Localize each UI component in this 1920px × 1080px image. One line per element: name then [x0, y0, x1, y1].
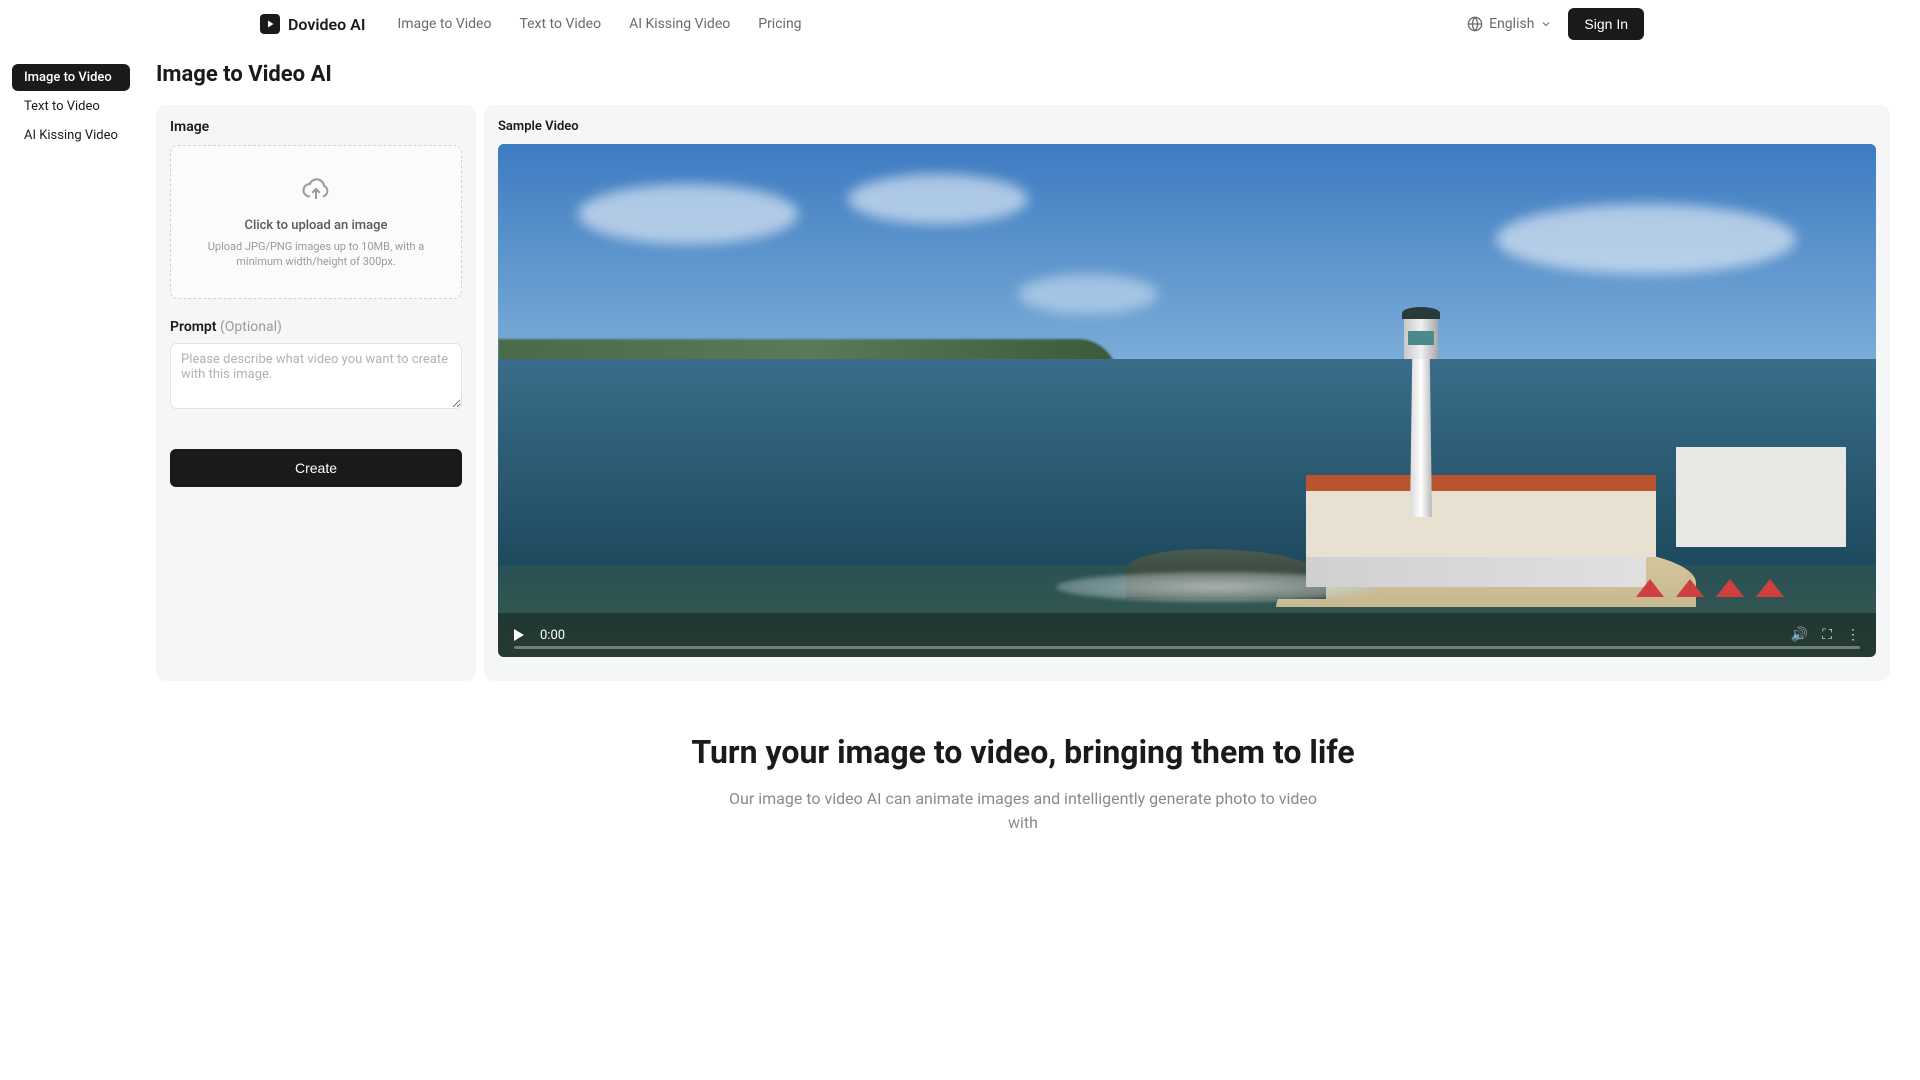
more-icon[interactable]: ⋮	[1846, 627, 1860, 643]
signin-button[interactable]: Sign In	[1568, 8, 1644, 40]
sample-video-label: Sample Video	[498, 119, 1876, 134]
language-selector[interactable]: English	[1467, 16, 1552, 32]
upload-subtitle: Upload JPG/PNG images up to 10MB, with a…	[187, 239, 445, 270]
brand-name: Dovideo AI	[288, 15, 365, 34]
hero-title: Turn your image to video, bringing them …	[196, 733, 1850, 771]
main-content: Image to Video AI Image Click to upload …	[0, 48, 1920, 855]
create-button[interactable]: Create	[170, 449, 462, 487]
prompt-label: Prompt	[170, 319, 217, 335]
sidebar: Image to Video Text to Video AI Kissing …	[12, 64, 130, 149]
input-panel: Image Click to upload an image Upload JP…	[156, 105, 476, 681]
sidebar-item-text-to-video[interactable]: Text to Video	[12, 93, 130, 120]
video-controls: 0:00 🔊 ⛶ ⋮	[498, 613, 1876, 657]
play-button[interactable]	[514, 629, 524, 641]
header: Dovideo AI Image to Video Text to Video …	[0, 0, 1920, 48]
video-progress[interactable]	[514, 646, 1860, 649]
prompt-label-row: Prompt (Optional)	[170, 319, 462, 335]
prompt-optional-tag: (Optional)	[220, 319, 282, 335]
upload-title: Click to upload an image	[187, 218, 445, 233]
language-label: English	[1489, 16, 1534, 32]
upload-cloud-icon	[301, 174, 331, 204]
hero-subtitle: Our image to video AI can animate images…	[723, 787, 1323, 835]
hero-section: Turn your image to video, bringing them …	[156, 733, 1890, 855]
sample-video[interactable]: 0:00 🔊 ⛶ ⋮	[498, 144, 1876, 657]
video-time: 0:00	[540, 628, 565, 643]
nav-text-to-video[interactable]: Text to Video	[519, 16, 601, 32]
chevron-down-icon	[1540, 18, 1552, 30]
fullscreen-icon[interactable]: ⛶	[1822, 627, 1832, 643]
upload-dropzone[interactable]: Click to upload an image Upload JPG/PNG …	[170, 145, 462, 299]
logo[interactable]: Dovideo AI	[260, 14, 365, 34]
nav-links: Image to Video Text to Video AI Kissing …	[397, 16, 801, 32]
nav-image-to-video[interactable]: Image to Video	[397, 16, 491, 32]
sidebar-item-ai-kissing-video[interactable]: AI Kissing Video	[12, 122, 130, 149]
page-title: Image to Video AI	[156, 62, 1890, 87]
image-section-label: Image	[170, 119, 462, 135]
nav-pricing[interactable]: Pricing	[758, 16, 801, 32]
sidebar-item-image-to-video[interactable]: Image to Video	[12, 64, 130, 91]
volume-icon[interactable]: 🔊	[1791, 627, 1808, 643]
nav-ai-kissing-video[interactable]: AI Kissing Video	[629, 16, 730, 32]
logo-icon	[260, 14, 280, 34]
sample-panel: Sample Video 0:00	[484, 105, 1890, 681]
prompt-input[interactable]	[170, 343, 462, 409]
globe-icon	[1467, 16, 1483, 32]
